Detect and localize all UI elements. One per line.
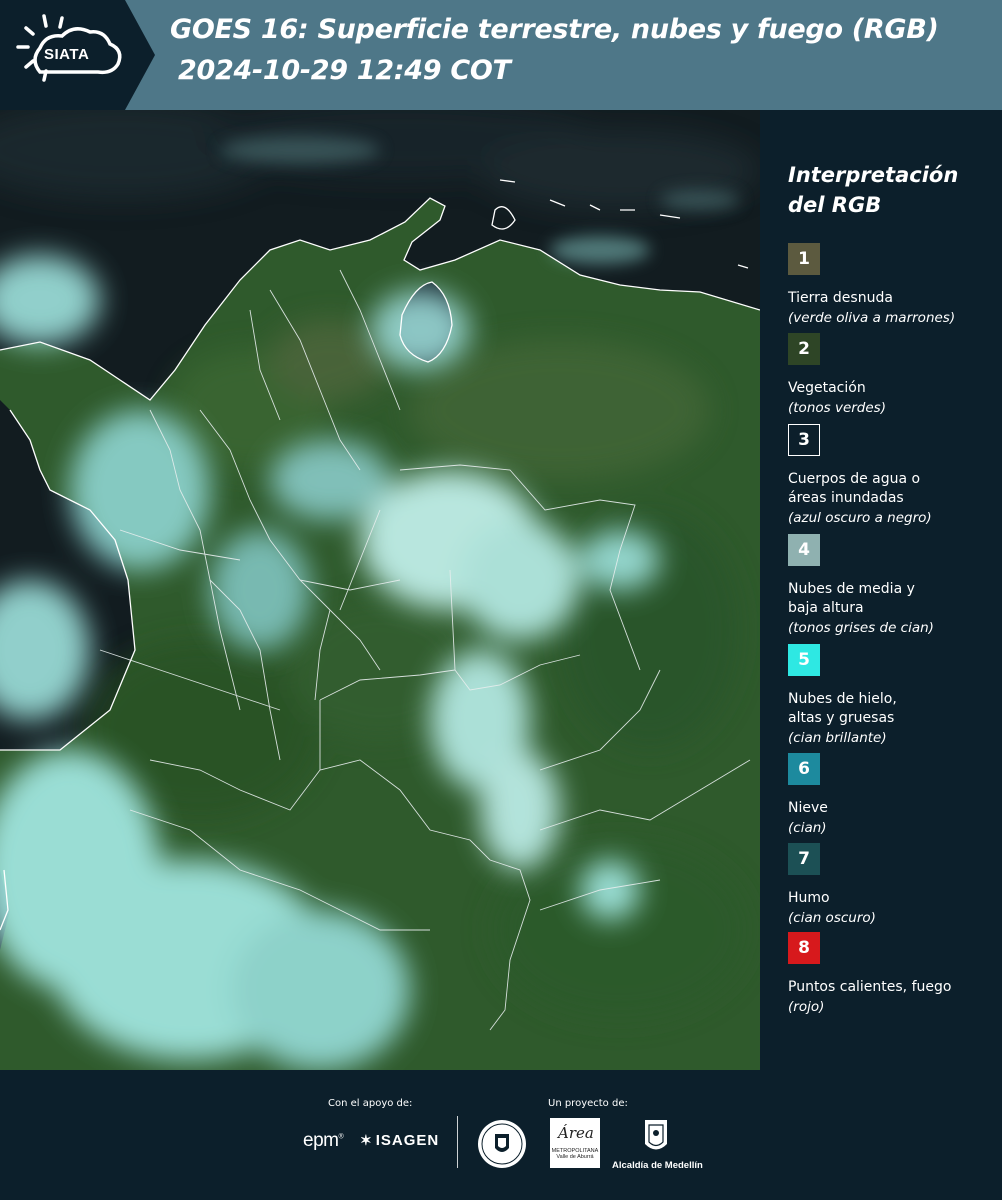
- legend-item-7: 7 Humo (cian oscuro): [788, 843, 998, 928]
- legend-item-8: 8 Puntos calientes, fuego (rojo): [788, 932, 998, 1017]
- legend-item-label: Puntos calientes, fuego: [788, 979, 952, 995]
- legend-swatch: 6: [788, 753, 820, 785]
- page-title: GOES 16: Superficie terrestre, nubes y f…: [170, 14, 939, 45]
- legend-swatch: 3: [788, 424, 820, 456]
- legend-panel: Interpretación del RGB 1 Tierra desnuda …: [760, 110, 1002, 1070]
- legend-item-label: Nubes de hielo, altas y gruesas: [788, 691, 897, 726]
- logo-text: SIATA: [44, 46, 90, 63]
- siata-logo: SIATA: [0, 0, 155, 110]
- timestamp: 2024-10-29 12:49 COT: [178, 55, 511, 86]
- legend-item-2: 2 Vegetación (tonos verdes): [788, 333, 998, 418]
- epm-logo: epm®: [303, 1130, 344, 1151]
- legend-item-4: 4 Nubes de media y baja altura (tonos gr…: [788, 534, 998, 638]
- area-logo-text: METROPOLITANA Valle de Aburrá: [551, 1148, 599, 1160]
- footer-divider: [457, 1116, 458, 1168]
- legend-item-sub: (cian brillante): [788, 730, 887, 746]
- legend-item-label: Humo: [788, 890, 830, 906]
- legend-swatch: 1: [788, 243, 820, 275]
- header: SIATA GOES 16: Superficie terrestre, nub…: [0, 0, 1002, 110]
- alcaldia-text: Alcaldía de Medellín: [612, 1160, 703, 1171]
- satellite-map[interactable]: [0, 110, 760, 1070]
- project-label: Un proyecto de:: [548, 1098, 628, 1109]
- legend-item-label: Nubes de media y baja altura: [788, 581, 915, 616]
- legend-item-1: 1 Tierra desnuda (verde oliva a marrones…: [788, 243, 998, 328]
- legend-swatch: 4: [788, 534, 820, 566]
- area-script-icon: Área: [558, 1124, 594, 1142]
- legend-item-sub: (verde oliva a marrones): [788, 310, 956, 326]
- isagen-text: ISAGEN: [375, 1132, 440, 1149]
- legend-item-label: Vegetación: [788, 380, 866, 396]
- legend-item-label: Cuerpos de agua o áreas inundadas: [788, 471, 921, 506]
- legend-item-sub: (rojo): [788, 999, 825, 1015]
- legend-item-sub: (tonos grises de cian): [788, 620, 934, 636]
- legend-item-5: 5 Nubes de hielo, altas y gruesas (cian …: [788, 644, 998, 748]
- alcaldia-shield-icon: [645, 1120, 667, 1150]
- epm-text: epm: [303, 1130, 339, 1151]
- legend-item-6: 6 Nieve (cian): [788, 753, 998, 838]
- support-label: Con el apoyo de:: [328, 1098, 413, 1109]
- legend-item-3: 3 Cuerpos de agua o áreas inundadas (azu…: [788, 424, 998, 528]
- legend-item-label: Tierra desnuda: [788, 290, 893, 306]
- legend-swatch: 7: [788, 843, 820, 875]
- legend-item-label: Nieve: [788, 800, 828, 816]
- isagen-mark-icon: ✶: [360, 1132, 373, 1148]
- legend-title: Interpretación del RGB: [788, 163, 959, 217]
- legend-swatch: 5: [788, 644, 820, 676]
- isagen-logo: ✶ ISAGEN: [360, 1132, 439, 1149]
- legend-item-sub: (cian): [788, 820, 827, 836]
- legend-item-sub: (azul oscuro a negro): [788, 510, 932, 526]
- medellin-seal-icon: [478, 1120, 526, 1168]
- satellite-image: [0, 110, 760, 1070]
- legend-swatch: 8: [788, 932, 820, 964]
- legend-swatch: 2: [788, 333, 820, 365]
- legend-item-sub: (cian oscuro): [788, 910, 876, 926]
- legend-item-sub: (tonos verdes): [788, 400, 886, 416]
- footer: Con el apoyo de: Un proyecto de: epm® ✶ I…: [0, 1070, 1002, 1200]
- area-metropolitana-logo: Área METROPOLITANA Valle de Aburrá: [550, 1118, 600, 1168]
